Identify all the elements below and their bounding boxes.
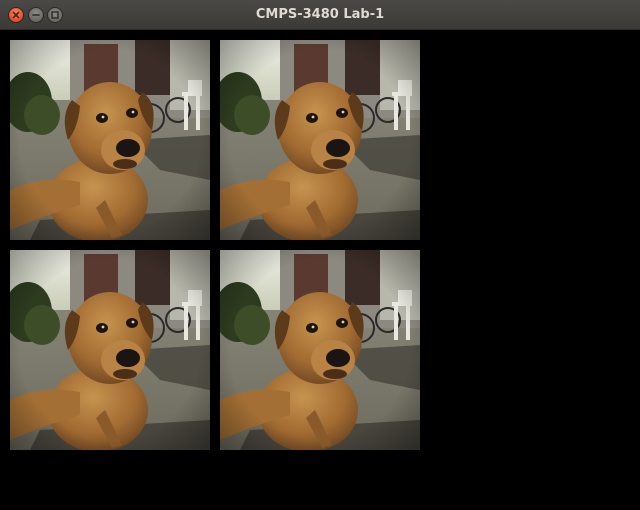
dog-photo [220,250,420,450]
dog-image-tile [220,40,420,240]
dog-image-tile [220,250,420,450]
render-canvas [0,30,640,510]
title-bar[interactable]: CMPS-3480 Lab-1 [0,0,640,30]
dog-photo [10,40,210,240]
dog-photo [220,40,420,240]
dog-image-tile [10,250,210,450]
app-window: CMPS-3480 Lab-1 [0,0,640,510]
dog-image-tile [10,40,210,240]
dog-photo [10,250,210,450]
window-title: CMPS-3480 Lab-1 [255,7,385,22]
